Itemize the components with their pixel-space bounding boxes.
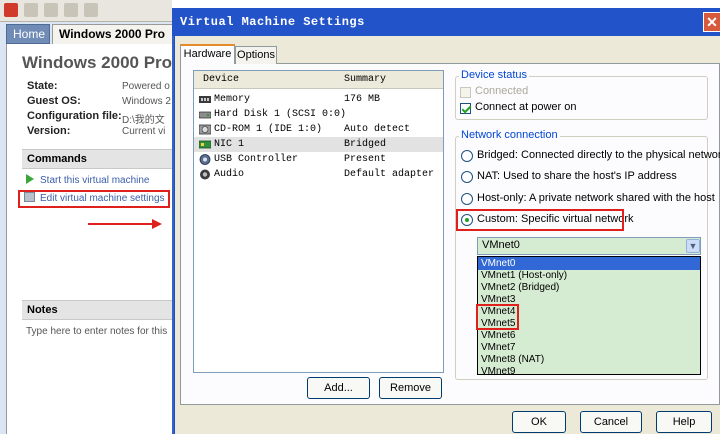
custom-highlight-box xyxy=(456,209,624,231)
bridged-radio[interactable] xyxy=(461,150,473,162)
tab-vm[interactable]: Windows 2000 Pro xyxy=(52,24,178,44)
device-name: USB Controller xyxy=(214,154,299,165)
cdrom-icon xyxy=(199,124,211,135)
device-row-nic[interactable]: NIC 1 Bridged xyxy=(194,137,443,152)
nat-label: NAT: Used to share the host's IP address xyxy=(477,170,677,182)
console-toolbar xyxy=(0,0,172,22)
device-name: Memory xyxy=(214,94,251,105)
connect-at-power-on-label: Connect at power on xyxy=(475,101,577,113)
device-row-audio[interactable]: Audio Default adapter xyxy=(194,167,443,182)
device-name: NIC 1 xyxy=(214,139,245,150)
commands-header: Commands xyxy=(22,149,172,169)
info-value-guest-os: Windows 2 xyxy=(122,96,171,107)
edit-vm-settings-link[interactable]: Edit virtual machine settings xyxy=(18,190,170,208)
tab-options[interactable]: Options xyxy=(235,46,277,64)
memory-icon xyxy=(199,96,211,103)
dialog-title: Virtual Machine Settings xyxy=(180,15,365,29)
connected-checkbox[interactable] xyxy=(460,87,471,98)
connect-at-power-on-checkbox[interactable] xyxy=(460,103,471,114)
info-value-state: Powered o xyxy=(122,81,170,92)
toolbar-icon[interactable] xyxy=(64,3,78,17)
column-summary[interactable]: Summary xyxy=(344,74,386,85)
chevron-down-icon[interactable]: ▼ xyxy=(686,239,700,253)
start-vm-label: Start this virtual machine xyxy=(40,175,150,186)
play-icon xyxy=(26,174,34,184)
toolbar-icon[interactable] xyxy=(44,3,58,17)
vmnet-select-value: VMnet0 xyxy=(482,239,520,251)
cancel-button[interactable]: Cancel xyxy=(580,411,642,433)
info-label-guest-os: Guest OS: xyxy=(27,95,81,107)
device-summary: Bridged xyxy=(344,139,387,150)
device-name: Audio xyxy=(214,169,245,180)
vmnet-highlight-box xyxy=(476,304,519,330)
device-list-header: Device Summary xyxy=(194,71,443,89)
stop-icon[interactable] xyxy=(4,3,18,17)
close-icon[interactable]: ✕ xyxy=(703,12,720,32)
info-label-config-file: Configuration file: xyxy=(27,110,122,122)
device-status-title: Device status xyxy=(459,69,530,81)
host-only-radio[interactable] xyxy=(461,193,473,205)
ok-button[interactable]: OK xyxy=(512,411,566,433)
vm-title: Windows 2000 Prof xyxy=(22,53,178,72)
device-row-memory[interactable]: Memory 176 MB xyxy=(194,92,443,107)
device-status-group xyxy=(455,76,708,120)
toolbar-icon[interactable] xyxy=(84,3,98,17)
column-device[interactable]: Device xyxy=(203,74,239,85)
usb-icon xyxy=(199,154,211,165)
notes-header: Notes xyxy=(22,300,172,320)
toolbar-icon[interactable] xyxy=(24,3,38,17)
info-label-version: Version: xyxy=(27,125,71,137)
device-row-usb[interactable]: USB Controller Present xyxy=(194,152,443,167)
device-name: Hard Disk 1 (SCSI 0:0) xyxy=(214,109,347,120)
notes-input[interactable]: Type here to enter notes for this xyxy=(26,326,167,337)
network-card-icon xyxy=(199,140,211,149)
tab-hardware[interactable]: Hardware xyxy=(180,44,235,64)
hard-disk-icon xyxy=(199,111,211,119)
add-device-button[interactable]: Add... xyxy=(307,377,370,399)
info-value-config-file: D:\我的文 xyxy=(122,115,165,126)
network-connection-title: Network connection xyxy=(459,129,560,141)
device-summary: Default adapter xyxy=(344,169,435,180)
device-summary: Present xyxy=(344,154,387,165)
nat-radio[interactable] xyxy=(461,171,473,183)
info-value-version: Current vi xyxy=(122,126,166,137)
connected-label: Connected xyxy=(475,85,529,97)
device-row-hard-disk[interactable]: Hard Disk 1 (SCSI 0:0) xyxy=(194,107,443,122)
audio-icon xyxy=(200,169,210,180)
help-button[interactable]: Help xyxy=(656,411,712,433)
annotation-arrow-icon xyxy=(88,219,162,229)
device-name: CD-ROM 1 (IDE 1:0) xyxy=(214,124,323,135)
edit-vm-settings-label: Edit virtual machine settings xyxy=(40,193,165,204)
settings-icon xyxy=(24,192,35,202)
remove-device-button[interactable]: Remove xyxy=(379,377,442,399)
device-summary: 176 MB xyxy=(344,94,381,105)
device-summary: Auto detect xyxy=(344,124,411,135)
device-row-cdrom[interactable]: CD-ROM 1 (IDE 1:0) Auto detect xyxy=(194,122,443,137)
tab-home[interactable]: Home xyxy=(6,24,50,44)
start-vm-link[interactable]: Start this virtual machine xyxy=(26,174,150,186)
console-tabs: Home Windows 2000 Pro xyxy=(6,24,178,44)
bridged-label: Bridged: Connected directly to the physi… xyxy=(477,149,720,161)
host-only-label: Host-only: A private network shared with… xyxy=(477,192,715,204)
info-label-state: State: xyxy=(27,80,58,92)
vmnet-option[interactable]: VMnet9 xyxy=(478,365,700,378)
